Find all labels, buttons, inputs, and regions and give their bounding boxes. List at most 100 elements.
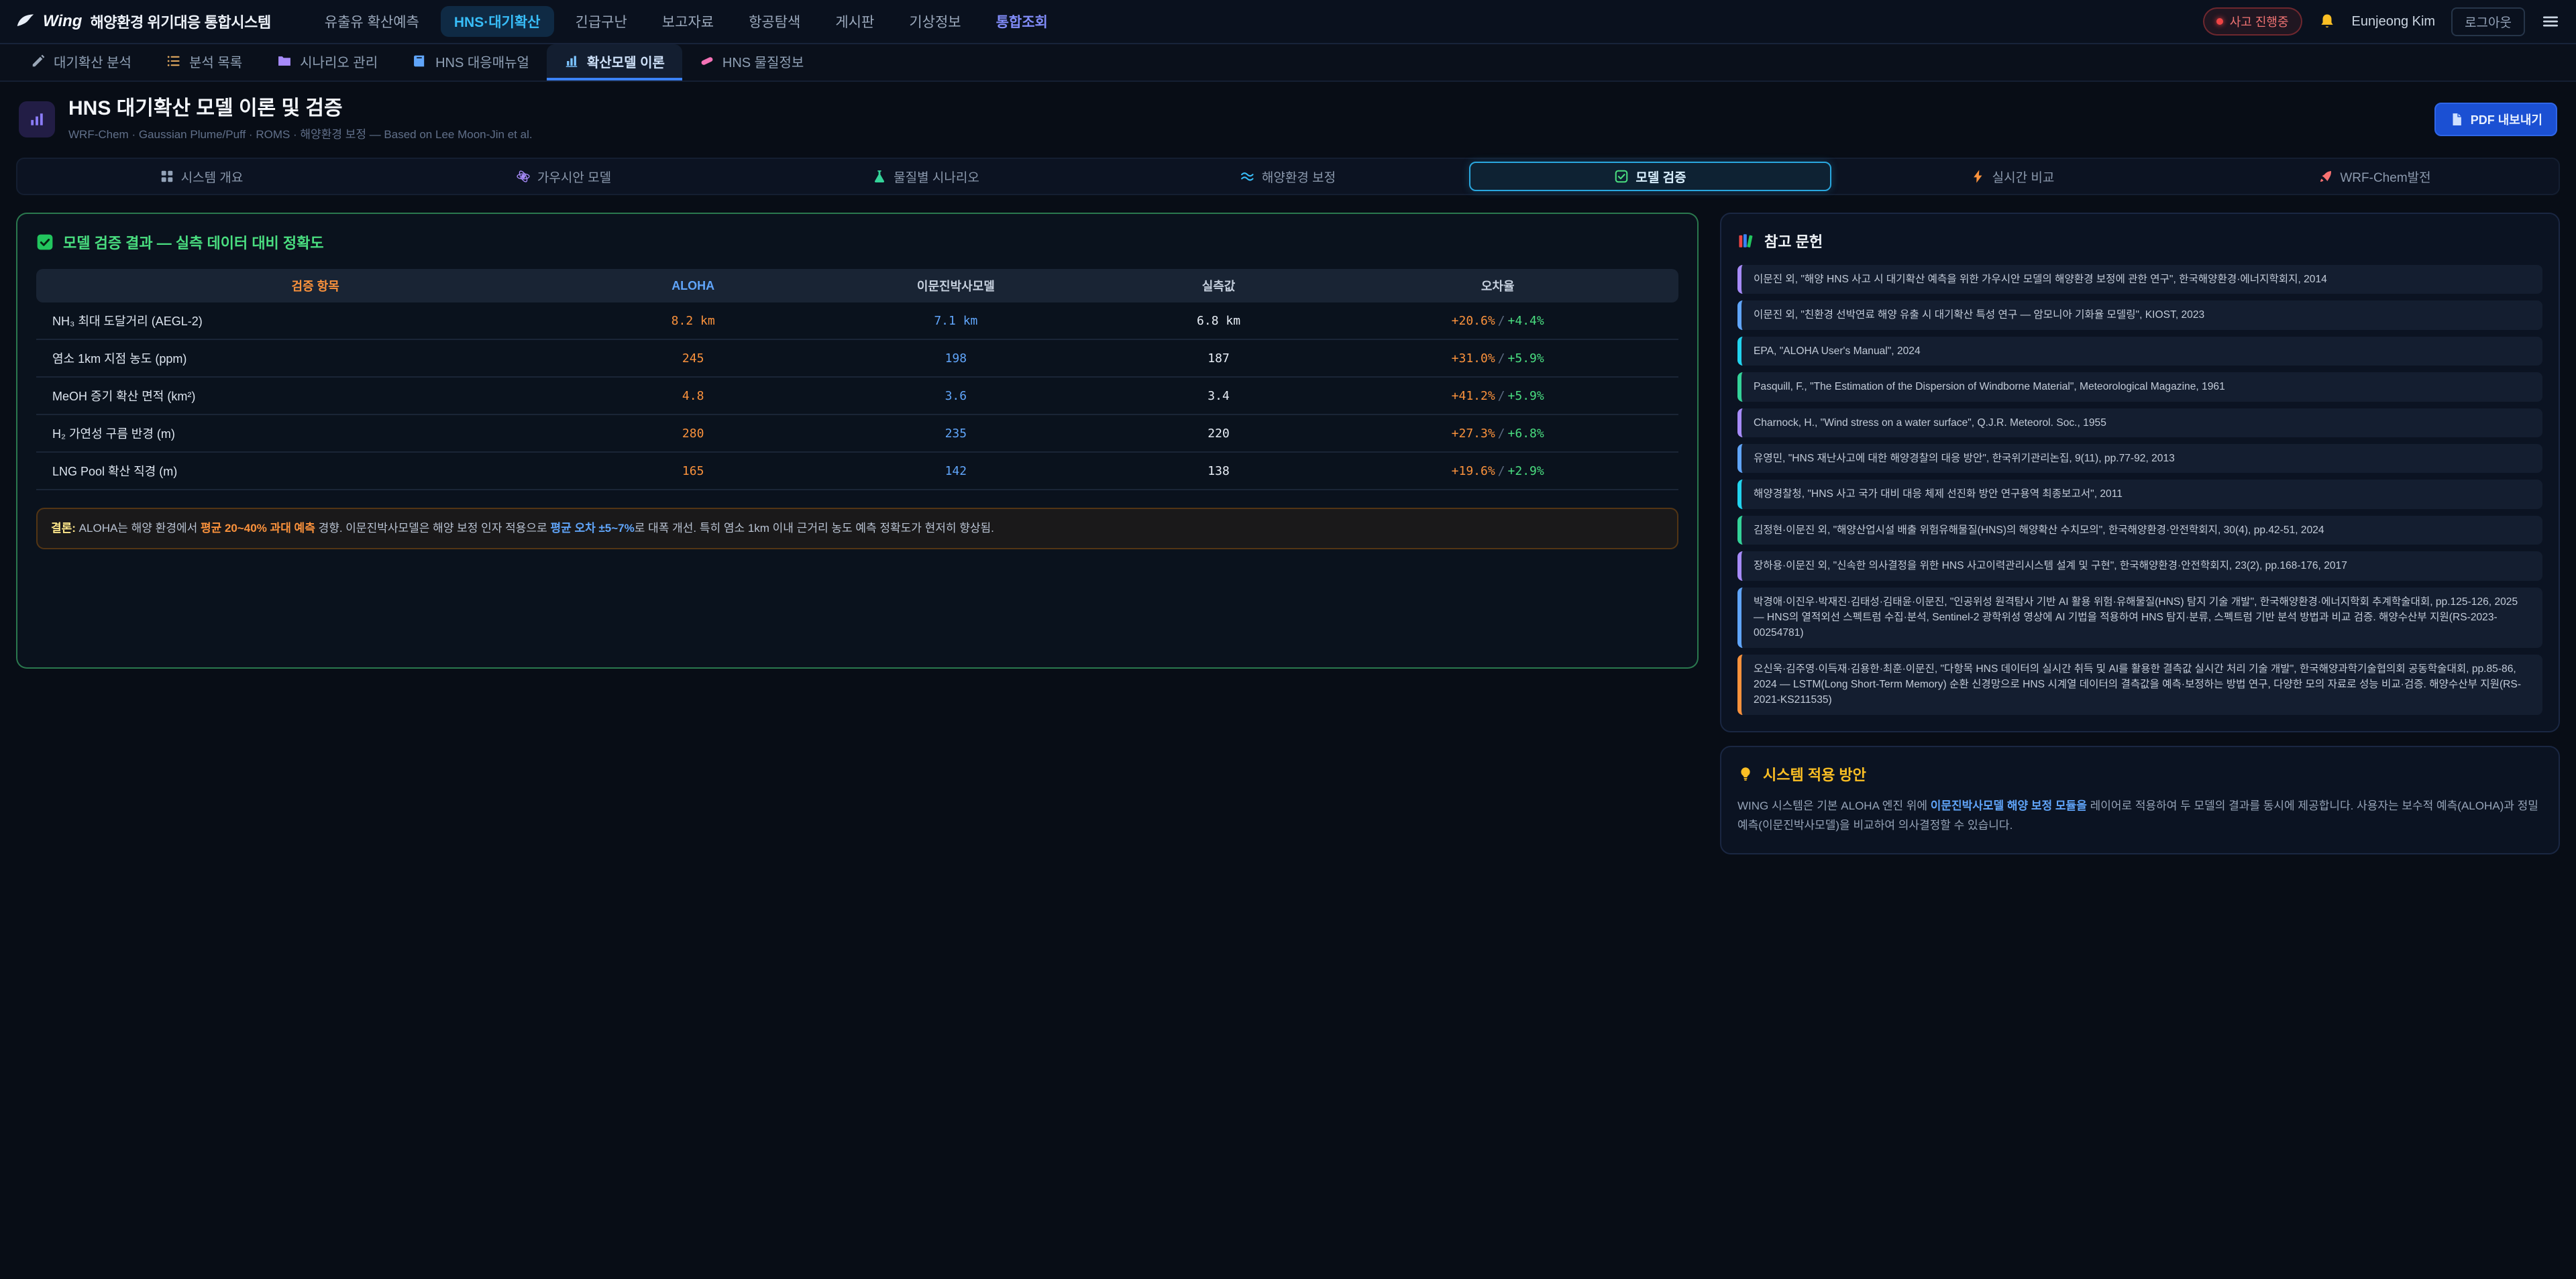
incident-status-badge[interactable]: 사고 진행중 <box>2203 7 2302 36</box>
model-chart-icon <box>19 101 55 137</box>
nav-weather[interactable]: 기상정보 <box>896 6 974 37</box>
stab-model-validation[interactable]: 모델 검증 <box>1469 162 1831 191</box>
tab-atmos-analysis[interactable]: 대기확산 분석 <box>13 44 149 80</box>
page-subtitle: WRF-Chem · Gaussian Plume/Puff · ROMS · … <box>68 125 533 142</box>
hamburger-menu-icon[interactable] <box>2541 12 2560 31</box>
logout-button[interactable]: 로그아웃 <box>2451 7 2525 36</box>
section-tab-icon <box>1614 169 1629 184</box>
subnav-item-label: HNS 대응매뉴얼 <box>435 52 529 71</box>
table-row: MeOH 증기 확산 면적 (km²) 4.8 3.6 3.4 +41.2%/+… <box>36 378 1678 415</box>
page: Wing 해양환경 위기대응 통합시스템 유출유 확산예측 HNS·대기확산 긴… <box>0 0 2576 1278</box>
stab-system-overview[interactable]: 시스템 개요 <box>20 162 382 191</box>
tab-model-theory[interactable]: 확산모델 이론 <box>547 44 682 80</box>
reference-text: Charnock, H., "Wind stress on a water su… <box>1754 417 2106 429</box>
logo-text: 해양환경 위기대응 통합시스템 <box>90 11 270 32</box>
nav-oil-spill[interactable]: 유출유 확산예측 <box>311 6 433 37</box>
cell-error-rate: +20.6%/+4.4% <box>1317 304 1678 337</box>
application-text-1: WING 시스템은 기본 ALOHA 엔진 위에 <box>1737 799 1931 812</box>
stab-wrf-chem[interactable]: WRF-Chem발전 <box>2194 162 2556 191</box>
top-navigation: 유출유 확산예측 HNS·대기확산 긴급구난 보고자료 항공탐색 게시판 기상정… <box>311 6 1061 37</box>
stab-marine-correction[interactable]: 해양환경 보정 <box>1107 162 1469 191</box>
error-lee: +2.9% <box>1508 464 1544 478</box>
table-row: H₂ 가연성 구름 반경 (m) 280 235 220 +27.3%/+6.8… <box>36 415 1678 453</box>
cell-item: LNG Pool 확산 직경 (m) <box>36 453 594 489</box>
section-tab-label: WRF-Chem발전 <box>2340 168 2430 186</box>
check-badge-icon <box>36 233 54 251</box>
reference-text: 해양경찰청, "HNS 사고 국가 대비 대응 체제 선진화 방안 연구용역 최… <box>1754 488 2123 500</box>
nav-board[interactable]: 게시판 <box>822 6 888 37</box>
reference-item[interactable]: 이문진 외, "해양 HNS 사고 시 대기확산 예측을 위한 가우시안 모델의… <box>1737 265 2542 294</box>
reference-item[interactable]: 유영민, "HNS 재난사고에 대한 해양경찰의 대응 방안", 한국위기관리논… <box>1737 444 2542 473</box>
table-header-cell: 실측값 <box>1120 269 1318 302</box>
cell-item: NH₃ 최대 도달거리 (AEGL-2) <box>36 302 594 339</box>
tab-hns-substances[interactable]: HNS 물질정보 <box>682 44 821 80</box>
validation-table-body: NH₃ 최대 도달거리 (AEGL-2) 8.2 km 7.1 km 6.8 k… <box>36 302 1678 490</box>
nav-aerial-search[interactable]: 항공탐색 <box>735 6 814 37</box>
subnav-item-label: 확산모델 이론 <box>587 52 665 71</box>
reference-text: 장하용·이문진 외, "신속한 의사결정을 위한 HNS 사고이력관리시스템 설… <box>1754 560 2347 571</box>
nav-integrated[interactable]: 통합조회 <box>983 6 1061 37</box>
conclusion-note: 결론: ALOHA는 해양 환경에서 평균 20~40% 과대 예측 경향. 이… <box>36 508 1678 549</box>
user-name[interactable]: Eunjeong Kim <box>2352 14 2436 30</box>
table-row: 염소 1km 지점 농도 (ppm) 245 198 187 +31.0%/+5… <box>36 340 1678 378</box>
tab-analysis-list[interactable]: 분석 목록 <box>149 44 260 80</box>
reference-item[interactable]: 해양경찰청, "HNS 사고 국가 대비 대응 체제 선진화 방안 연구용역 최… <box>1737 480 2542 508</box>
cell-lee-model: 7.1 km <box>792 304 1120 337</box>
topbar-right: 사고 진행중 Eunjeong Kim 로그아웃 <box>2203 7 2560 36</box>
tab-scenario-mgmt[interactable]: 시나리오 관리 <box>260 44 395 80</box>
reference-item[interactable]: 오신욱·김주영·이득재·김용한·최훈·이문진, "다항목 HNS 데이터의 실시… <box>1737 655 2542 715</box>
cell-aloha: 165 <box>594 455 792 488</box>
nav-rescue[interactable]: 긴급구난 <box>562 6 641 37</box>
incident-badge-label: 사고 진행중 <box>2230 13 2289 30</box>
lightbulb-icon <box>1737 766 1754 782</box>
reference-item[interactable]: EPA, "ALOHA User's Manual", 2024 <box>1737 337 2542 366</box>
app-logo[interactable]: Wing 해양환경 위기대응 통합시스템 <box>16 11 271 32</box>
error-aloha: +31.0% <box>1452 351 1495 366</box>
subnav-item-icon <box>31 54 46 68</box>
error-lee: +6.8% <box>1508 427 1544 441</box>
cell-measured: 138 <box>1120 455 1318 488</box>
cell-lee-model: 198 <box>792 342 1120 375</box>
stab-gaussian-model[interactable]: 가우시안 모델 <box>382 162 745 191</box>
reference-item[interactable]: Pasquill, F., "The Estimation of the Dis… <box>1737 372 2542 401</box>
reference-item[interactable]: 김정현·이문진 외, "해양산업시설 배출 위험유해물질(HNS)의 해양확산 … <box>1737 516 2542 545</box>
application-card: 시스템 적용 방안 WING 시스템은 기본 ALOHA 엔진 위에 이문진박사… <box>1720 746 2560 854</box>
nav-reports[interactable]: 보고자료 <box>649 6 727 37</box>
section-tab-label: 가우시안 모델 <box>537 168 611 186</box>
section-tab-icon <box>160 169 174 184</box>
reference-text: 박경애·이진우·박재진·김태성·김태윤·이문진, "인공위성 원격탐사 기반 A… <box>1754 596 2518 639</box>
reference-item[interactable]: 박경애·이진우·박재진·김태성·김태윤·이문진, "인공위성 원격탐사 기반 A… <box>1737 588 2542 648</box>
table-header-cell: 검증 항목 <box>36 269 594 302</box>
reference-item[interactable]: Charnock, H., "Wind stress on a water su… <box>1737 408 2542 437</box>
reference-item[interactable]: 장하용·이문진 외, "신속한 의사결정을 위한 HNS 사고이력관리시스템 설… <box>1737 551 2542 580</box>
pdf-export-label: PDF 내보내기 <box>2471 111 2542 128</box>
right-column: 참고 문헌 이문진 외, "해양 HNS 사고 시 대기확산 예측을 위한 가우… <box>1720 213 2560 854</box>
validation-card-title: 모델 검증 결과 — 실측 데이터 대비 정확도 <box>36 231 1678 253</box>
stab-substance-scenarios[interactable]: 물질별 시나리오 <box>745 162 1107 191</box>
application-highlight: 이문진박사모델 해양 보정 모듈을 <box>1931 799 2087 812</box>
table-header-cell: 오차율 <box>1317 269 1678 302</box>
stab-realtime-compare[interactable]: 실시간 비교 <box>1831 162 2194 191</box>
reference-text: Pasquill, F., "The Estimation of the Dis… <box>1754 381 2225 392</box>
subnav-item-label: 대기확산 분석 <box>54 52 131 71</box>
section-tab-label: 모델 검증 <box>1635 168 1686 186</box>
cell-measured: 6.8 km <box>1120 304 1318 337</box>
nav-hns-atmos[interactable]: HNS·대기확산 <box>441 6 554 37</box>
cell-item: 염소 1km 지점 농도 (ppm) <box>36 340 594 376</box>
error-separator: / <box>1498 389 1505 403</box>
cell-error-rate: +19.6%/+2.9% <box>1317 455 1678 488</box>
pdf-export-button[interactable]: PDF 내보내기 <box>2434 103 2557 136</box>
wing-logo-icon <box>16 12 35 31</box>
cell-item: H₂ 가연성 구름 반경 (m) <box>36 415 594 451</box>
subnav-item-icon <box>277 54 292 68</box>
references-list: 이문진 외, "해양 HNS 사고 시 대기확산 예측을 위한 가우시안 모델의… <box>1737 265 2542 715</box>
tab-hns-manual[interactable]: HNS 대응매뉴얼 <box>395 44 547 80</box>
error-separator: / <box>1498 464 1505 478</box>
subnav-item-icon <box>413 54 427 68</box>
error-aloha: +27.3% <box>1452 427 1495 441</box>
notification-bell-icon[interactable] <box>2318 13 2336 30</box>
error-lee: +5.9% <box>1508 351 1544 366</box>
validation-title-text: 모델 검증 결과 — 실측 데이터 대비 정확도 <box>63 231 324 253</box>
reference-item[interactable]: 이문진 외, "친환경 선박연료 해양 유출 시 대기확산 특성 연구 — 암모… <box>1737 300 2542 329</box>
error-separator: / <box>1498 427 1505 441</box>
